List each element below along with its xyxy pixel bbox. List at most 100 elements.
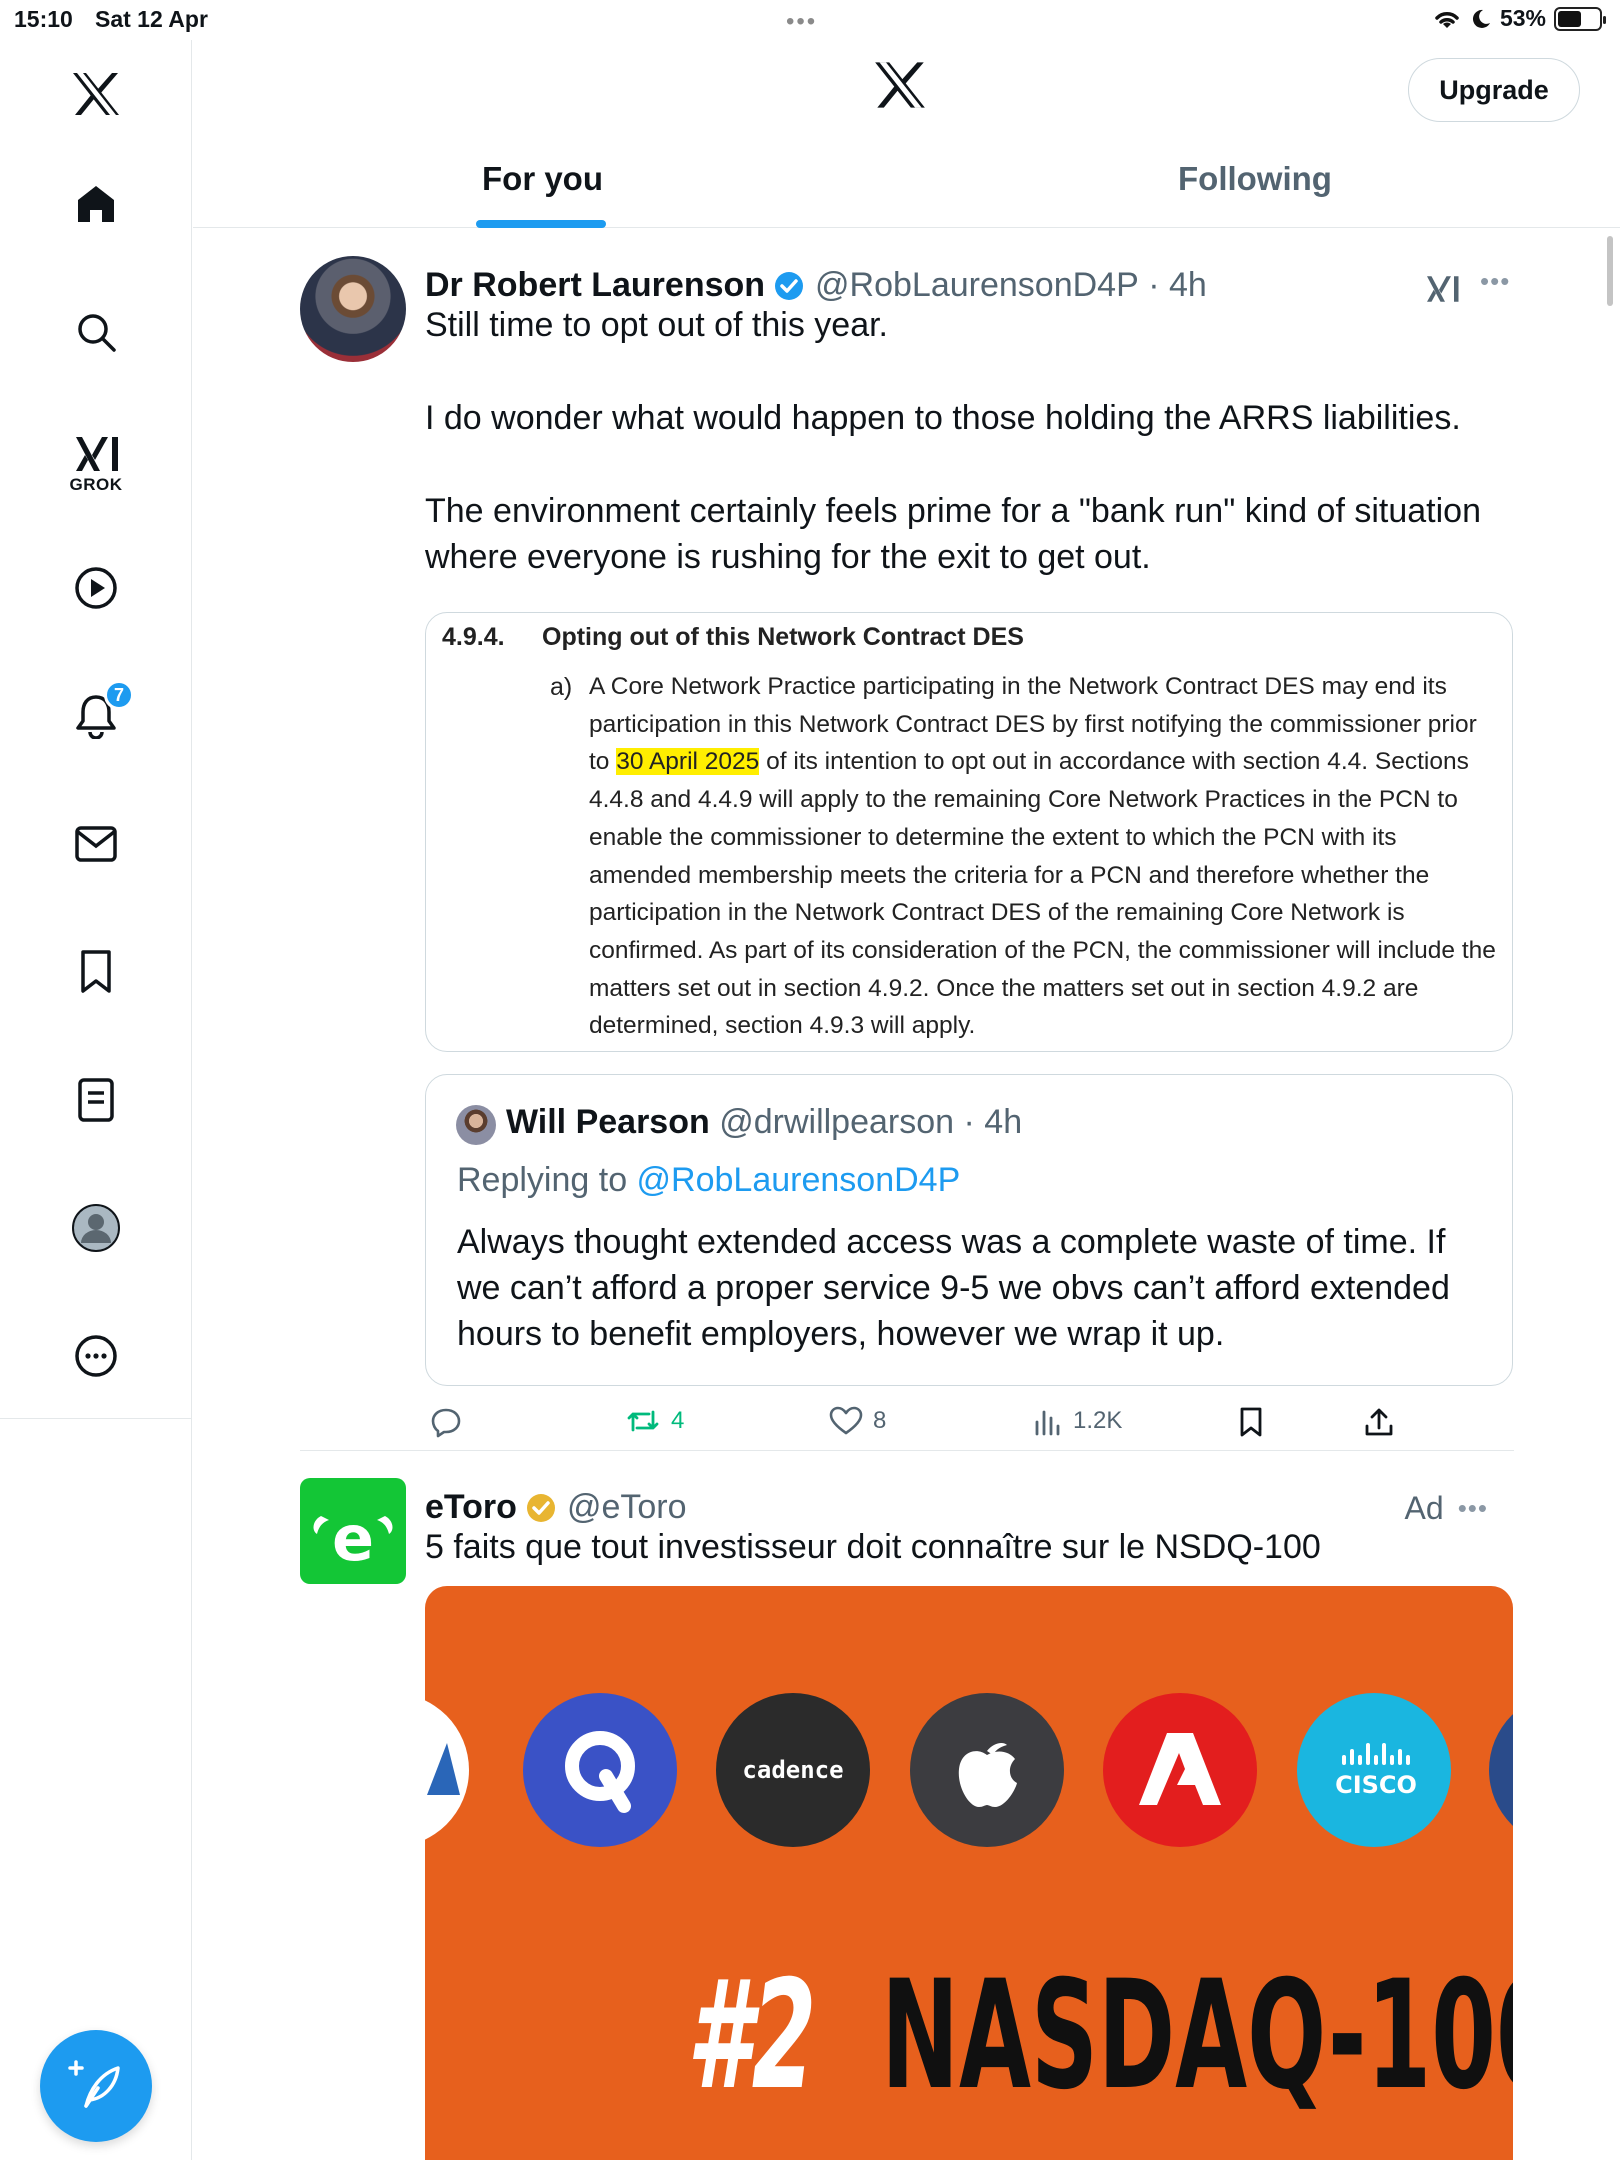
scrollbar[interactable]: [1607, 236, 1613, 306]
home-icon[interactable]: [66, 174, 126, 234]
tweet-header: eToro @eToro: [425, 1488, 687, 1527]
company-logo-partial: [425, 1693, 469, 1847]
ad-image[interactable]: cadence CISCO #2 NASDAQ-100: [425, 1586, 1513, 2160]
views-button[interactable]: 1.2K: [1033, 1406, 1122, 1436]
tweet-actions: 4 8 1.2K: [425, 1406, 1525, 1446]
notifications-icon[interactable]: 7: [66, 680, 134, 746]
wifi-icon: [1435, 11, 1459, 28]
status-bar: 15:10 Sat 12 Apr ••• 53%: [0, 0, 1620, 40]
grok-nav-item[interactable]: GROK: [66, 424, 126, 504]
bookmark-button[interactable]: [1237, 1406, 1265, 1438]
tweet-image-document[interactable]: 4.9.4. Opting out of this Network Contra…: [425, 612, 1513, 1052]
more-options-icon[interactable]: •••: [1458, 1493, 1488, 1524]
tweet-text: I do wonder what would happen to those h…: [425, 399, 1461, 437]
ad-headline-text: NASDAQ-100: [881, 1949, 1513, 2123]
quoted-author-handle: @drwillpearson: [719, 1103, 955, 1141]
messages-icon[interactable]: [66, 814, 126, 874]
sidebar-divider: [0, 1418, 192, 1419]
author-name[interactable]: eToro: [425, 1488, 517, 1527]
post-time[interactable]: 4h: [1169, 266, 1207, 305]
search-icon[interactable]: [66, 302, 126, 362]
compose-post-button[interactable]: [40, 2030, 152, 2142]
x-logo-icon[interactable]: [66, 64, 126, 124]
active-tab-indicator: [476, 220, 606, 228]
ad-headline-number: #2: [687, 1949, 817, 2123]
svg-text:CISCO: CISCO: [1335, 1771, 1417, 1799]
document-body-after: of its intention to opt out in accordanc…: [589, 748, 1496, 1040]
document-body: A Core Network Practice participating in…: [589, 668, 1504, 1045]
quoted-text: Always thought extended access was a com…: [457, 1223, 1450, 1353]
multitask-dots[interactable]: •••: [786, 8, 817, 36]
status-indicators: 53%: [1432, 5, 1606, 32]
apple-logo-icon: [910, 1693, 1064, 1847]
grok-icon: [76, 437, 118, 471]
tab-for-you[interactable]: For you: [482, 160, 603, 198]
quoted-avatar[interactable]: [456, 1105, 496, 1145]
quoted-tweet[interactable]: Will Pearson @drwillpearson · 4h Replyin…: [425, 1074, 1513, 1386]
repost-count: 4: [671, 1407, 685, 1434]
quoted-header: Will Pearson @drwillpearson · 4h: [506, 1103, 1023, 1141]
tweet-text: Still time to opt out of this year.: [425, 306, 889, 344]
tweet-text: The environment certainly feels prime fo…: [425, 492, 1481, 576]
more-options-icon[interactable]: •••: [1480, 266, 1510, 297]
views-icon: [1035, 1410, 1060, 1436]
upgrade-button[interactable]: Upgrade: [1408, 58, 1580, 122]
views-count: 1.2K: [1073, 1407, 1123, 1434]
bookmarks-icon[interactable]: [66, 942, 126, 1002]
profile-avatar-icon[interactable]: [66, 1198, 126, 1258]
company-logo-partial: [1489, 1693, 1513, 1847]
heart-icon: [829, 1406, 863, 1435]
repost-button[interactable]: 4: [625, 1406, 684, 1436]
compose-feather-icon: [68, 2060, 120, 2108]
timeline-header: Upgrade For you Following: [193, 40, 1620, 228]
battery-icon: [1554, 6, 1606, 31]
more-options-icon[interactable]: [66, 1326, 126, 1386]
company-logo-cadence: cadence: [716, 1693, 870, 1847]
document-section-number: 4.9.4.: [442, 623, 505, 651]
tweet-divider: [300, 1450, 1514, 1451]
ad-headline: #2 NASDAQ-100: [687, 1961, 1513, 2111]
etoro-logo[interactable]: e: [300, 1478, 406, 1584]
author-handle[interactable]: @eToro: [567, 1488, 687, 1527]
repost-icon: [627, 1410, 659, 1432]
notifications-badge: 7: [104, 680, 134, 710]
verified-gold-badge-icon: [526, 1493, 555, 1522]
cisco-logo-icon: CISCO: [1297, 1693, 1451, 1847]
document-highlight: 30 April 2025: [616, 748, 760, 776]
tab-following[interactable]: Following: [1178, 160, 1332, 198]
author-handle[interactable]: @RobLaurensonD4P: [815, 266, 1139, 305]
replying-to: Replying to @RobLaurensonD4P: [457, 1161, 961, 1199]
quoted-author-name: Will Pearson: [506, 1103, 710, 1141]
share-icon: [1365, 1408, 1393, 1436]
ad-text: Ad: [1404, 1490, 1444, 1526]
author-name[interactable]: Dr Robert Laurenson: [425, 266, 765, 305]
document-item-label: a): [550, 673, 573, 701]
promoted-tweet[interactable]: e eToro @eToro Ad ••• 5 faits que tout i…: [300, 1478, 1514, 2160]
svg-text:e: e: [332, 1502, 374, 1575]
ad-label: Ad •••: [1405, 1490, 1488, 1527]
x-logo-icon[interactable]: [873, 60, 927, 115]
video-play-icon[interactable]: [66, 558, 126, 618]
quoted-post-time: 4h: [984, 1103, 1023, 1141]
company-logo-q: [523, 1693, 677, 1847]
adobe-logo-icon: [1103, 1693, 1257, 1847]
verified-badge-icon: [775, 271, 804, 300]
status-time: 15:10: [14, 6, 73, 32]
share-button[interactable]: [1363, 1406, 1395, 1438]
reply-button[interactable]: [430, 1406, 462, 1438]
moon-icon: [1472, 9, 1490, 28]
tweet-text: 5 faits que tout investisseur doit conna…: [425, 1528, 1321, 1566]
tweet[interactable]: Dr Robert Laurenson @RobLaurensonD4P · 4…: [300, 256, 1514, 1438]
sidebar: GROK 7: [0, 40, 192, 2160]
like-button[interactable]: 8: [829, 1406, 886, 1436]
lists-icon[interactable]: [66, 1070, 126, 1130]
bookmark-icon: [1240, 1407, 1262, 1437]
reply-icon: [431, 1408, 461, 1438]
battery-percent: 53%: [1499, 5, 1546, 31]
tweet-header: Dr Robert Laurenson @RobLaurensonD4P · 4…: [425, 266, 1207, 305]
separator-dot: ·: [1138, 266, 1169, 304]
replying-to-link[interactable]: @RobLaurensonD4P: [637, 1161, 961, 1199]
avatar[interactable]: [300, 256, 406, 362]
status-date: Sat 12 Apr: [95, 6, 208, 32]
like-count: 8: [873, 1407, 887, 1434]
